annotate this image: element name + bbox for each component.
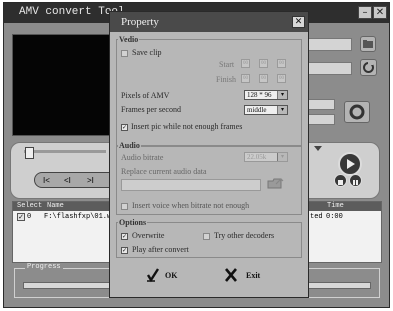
mark-in-button[interactable]: I<	[43, 176, 50, 185]
overwrite-label: Overwrite	[132, 231, 165, 240]
start-second-field[interactable]: 00	[277, 59, 286, 68]
bitrate-select[interactable]: 22.05k ▾	[244, 152, 288, 162]
audio-file-field[interactable]	[121, 179, 261, 191]
info-field-1	[305, 99, 335, 110]
replace-audio-label: Replace current audio data	[121, 167, 207, 176]
row-path: F:\flashfxp\01.w	[44, 213, 112, 221]
col-select-header[interactable]: Select	[17, 202, 42, 210]
property-dialog: Property ✕ Vedio Save clip Start 00 00 0…	[109, 11, 309, 298]
pause-icon	[353, 180, 358, 185]
row-index: 0	[27, 213, 32, 221]
options-group-label: Options	[118, 218, 148, 227]
pause-button[interactable]	[349, 174, 362, 187]
seek-track[interactable]	[24, 150, 106, 153]
next-frame-button[interactable]: >I	[87, 176, 94, 185]
mark-out-button[interactable]: <I	[64, 176, 71, 185]
convert-button[interactable]	[344, 101, 370, 123]
play-after-checkbox[interactable]: ✓	[121, 247, 128, 254]
checkmark-icon	[146, 268, 160, 283]
gear-icon	[349, 104, 365, 120]
refresh-button[interactable]	[360, 59, 377, 76]
row-status: ted	[310, 213, 323, 221]
chevron-down-icon: ▾	[277, 91, 287, 99]
play-icon	[347, 159, 355, 169]
finish-hour-field[interactable]: 00	[241, 74, 250, 83]
stop-button[interactable]	[334, 174, 347, 187]
folder-icon	[363, 40, 373, 48]
finish-minute-field[interactable]: 00	[259, 74, 268, 83]
insert-voice-checkbox[interactable]	[121, 203, 128, 210]
insert-pic-checkbox[interactable]: ✓	[121, 124, 128, 131]
input-path-field[interactable]	[305, 62, 352, 75]
video-group-label: Vedio	[118, 35, 140, 44]
save-clip-checkbox[interactable]	[121, 50, 128, 57]
browse-audio-button[interactable]	[265, 175, 285, 193]
ok-button[interactable]: OK	[146, 267, 186, 285]
try-decoders-checkbox[interactable]	[203, 233, 210, 240]
volume-marker	[314, 146, 322, 151]
progress-label: Progress	[25, 263, 63, 271]
col-name-header[interactable]: Name	[47, 202, 64, 210]
browse-output-button[interactable]	[360, 36, 376, 52]
row-time: 0:00	[326, 213, 343, 221]
overwrite-checkbox[interactable]: ✓	[121, 233, 128, 240]
fps-value: middle	[247, 106, 267, 114]
pixels-value: 128 * 96	[247, 91, 272, 99]
stop-icon	[338, 180, 343, 185]
pixels-label: Pixels of AMV	[121, 91, 170, 100]
dialog-title: Property	[121, 16, 159, 28]
insert-pic-label: Insert pic while not enough frames	[131, 122, 243, 131]
play-after-label: Play after convert	[132, 245, 189, 254]
x-mark-icon	[225, 268, 237, 282]
dialog-close-button[interactable]: ✕	[292, 16, 305, 28]
insert-voice-label: Insert voice when bitrate not enough	[132, 201, 250, 210]
try-decoders-label: Try other decoders	[214, 231, 275, 240]
dialog-title-bar: Property ✕	[110, 12, 308, 32]
info-field-2	[305, 114, 335, 125]
row-checkbox[interactable]: ✓	[17, 213, 25, 221]
finish-second-field[interactable]: 00	[277, 74, 286, 83]
pixels-select[interactable]: 128 * 96 ▾	[244, 90, 288, 100]
start-minute-field[interactable]: 00	[259, 59, 268, 68]
ok-label: OK	[165, 271, 178, 280]
open-folder-icon	[267, 178, 284, 189]
start-hour-field[interactable]: 00	[241, 59, 250, 68]
finish-label: Finish	[216, 75, 237, 84]
bitrate-value: 22.05k	[247, 153, 267, 161]
bitrate-label: Audio bitrate	[121, 153, 164, 162]
fps-select[interactable]: middle ▾	[244, 105, 288, 115]
fps-label: Frames per second	[121, 105, 181, 114]
exit-label: Exit	[246, 271, 261, 280]
refresh-icon	[363, 61, 374, 73]
col-time-header[interactable]: Time	[327, 202, 344, 210]
save-clip-label: Save clip	[132, 48, 162, 57]
exit-button[interactable]: Exit	[224, 267, 264, 285]
close-button[interactable]: ✕	[373, 6, 387, 19]
play-button[interactable]	[338, 152, 362, 176]
seek-thumb[interactable]	[25, 147, 34, 159]
chevron-down-icon: ▾	[277, 153, 287, 161]
output-path-field[interactable]	[305, 38, 352, 51]
start-label: Start	[219, 60, 235, 69]
audio-group-label: Audio	[118, 141, 141, 150]
minimize-button[interactable]: –	[358, 6, 372, 19]
chevron-down-icon: ▾	[277, 106, 287, 114]
